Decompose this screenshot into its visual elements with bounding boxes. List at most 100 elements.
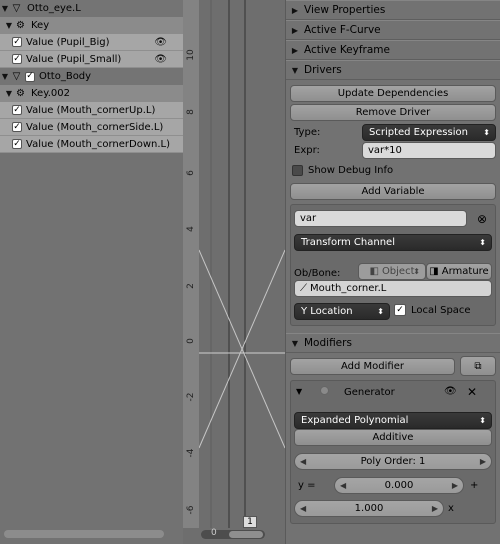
dropdown-arrows-icon: ⬍ <box>377 307 384 316</box>
coefficient-1-field[interactable]: ◀ 1.000 ▶ <box>294 500 444 517</box>
armature-tab-button[interactable]: ◨ Armature <box>426 263 492 280</box>
y-tick: -4 <box>186 448 196 458</box>
channel-checkbox[interactable]: ✓ <box>12 54 22 64</box>
expand-triangle-icon[interactable]: ▼ <box>0 4 10 13</box>
channel-group-key002[interactable]: ▼ ⚙ Key.002 <box>0 85 183 102</box>
y-tick: 10 <box>186 49 196 61</box>
channel-checkbox[interactable]: ✓ <box>25 71 35 82</box>
dropdown-arrows-icon: ⬍ <box>483 128 490 137</box>
delete-modifier-icon[interactable]: ✕ <box>464 384 480 400</box>
shape-key-icon: ⚙ <box>16 20 25 31</box>
channel-object-otto-eye[interactable]: ▼ ▽ Otto_eye.L <box>0 0 183 17</box>
graph-editor[interactable]: 10 8 6 4 2 0 -2 -4 -6 1 0 <box>183 0 285 544</box>
eye-icon[interactable]: 👁 <box>154 37 167 48</box>
graph-scrollbar-thumb[interactable] <box>229 531 263 538</box>
local-space-checkbox[interactable]: ✓ <box>394 304 406 316</box>
copy-icon: ⧉ <box>474 360 482 372</box>
panel-view-properties[interactable]: ▶ View Properties <box>286 0 500 20</box>
bone-input[interactable]: ⟋ Mouth_corner.L <box>294 280 492 297</box>
panel-active-fcurve[interactable]: ▶ Active F-Curve <box>286 20 500 40</box>
y-tick: 2 <box>186 283 196 289</box>
collapse-modifier-icon[interactable]: ▼ <box>296 387 302 396</box>
decrement-arrow-icon[interactable]: ◀ <box>300 457 306 466</box>
x-label: x <box>448 503 454 514</box>
decrement-arrow-icon[interactable]: ◀ <box>300 504 306 513</box>
object-tab-button[interactable]: ◧ Object ⬍ <box>358 263 426 280</box>
add-variable-button[interactable]: Add Variable <box>290 183 496 200</box>
dropdown-arrows-icon: ⬍ <box>479 416 486 425</box>
plus-label: + <box>470 480 479 491</box>
channel-mouth-cornerup[interactable]: ✓ Value (Mouth_cornerUp.L) <box>0 102 183 119</box>
collapsed-triangle-icon: ▶ <box>291 45 299 55</box>
cube-icon: ◧ <box>369 266 379 277</box>
current-frame-indicator[interactable]: 1 <box>243 516 257 528</box>
mute-toggle-icon[interactable] <box>320 386 329 395</box>
y-tick: 6 <box>186 170 196 176</box>
show-debug-checkbox[interactable] <box>292 165 303 176</box>
channel-mouth-cornerside[interactable]: ✓ Value (Mouth_cornerSide.L) <box>0 119 183 136</box>
variable-type-dropdown[interactable]: Transform Channel ⬍ <box>294 234 492 251</box>
generator-mode-dropdown[interactable]: Expanded Polynomial ⬍ <box>294 412 492 429</box>
local-space-toggle[interactable]: ✓ Local Space <box>394 304 471 316</box>
expand-triangle-icon[interactable]: ▼ <box>0 72 10 81</box>
increment-arrow-icon[interactable]: ▶ <box>452 481 458 490</box>
update-dependencies-button[interactable]: Update Dependencies <box>290 85 496 102</box>
y-tick: -2 <box>186 392 196 402</box>
transform-channel-dropdown[interactable]: Y Location ⬍ <box>294 303 390 320</box>
add-modifier-button[interactable]: Add Modifier <box>290 358 455 375</box>
coefficient-0-field[interactable]: ◀ 0.000 ▶ <box>334 477 464 494</box>
type-label: Type: <box>294 127 321 138</box>
expr-label: Expr: <box>294 145 320 156</box>
channel-mouth-cornerdown[interactable]: ✓ Value (Mouth_cornerDown.L) <box>0 136 183 153</box>
shape-key-icon: ⚙ <box>16 88 25 99</box>
expand-triangle-icon[interactable]: ▼ <box>4 89 14 98</box>
expanded-triangle-icon: ▼ <box>291 65 299 75</box>
object-icon: ▽ <box>12 3 21 14</box>
expand-triangle-icon[interactable]: ▼ <box>4 21 14 30</box>
decrement-arrow-icon[interactable]: ◀ <box>340 481 346 490</box>
increment-arrow-icon[interactable]: ▶ <box>432 504 438 513</box>
eye-icon[interactable]: 👁 <box>154 54 167 65</box>
remove-variable-icon[interactable]: ⊗ <box>474 211 490 227</box>
modifier-name: Generator <box>344 387 395 398</box>
ob-bone-label: Ob/Bone: <box>294 268 341 279</box>
channel-list-scrollbar[interactable] <box>4 530 164 538</box>
collapsed-triangle-icon: ▶ <box>291 5 299 15</box>
dropdown-arrows-icon: ⬍ <box>413 267 420 276</box>
increment-arrow-icon[interactable]: ▶ <box>480 457 486 466</box>
eye-icon[interactable]: 👁 <box>444 386 457 397</box>
y-tick: -6 <box>186 505 196 515</box>
channel-checkbox[interactable]: ✓ <box>12 105 22 115</box>
show-debug-toggle[interactable]: Show Debug Info <box>292 165 393 176</box>
remove-driver-button[interactable]: Remove Driver <box>290 104 496 121</box>
expression-input[interactable]: var*10 <box>362 142 496 159</box>
copy-paste-modifiers-button[interactable]: ⧉ <box>460 356 496 376</box>
y-axis-ruler: 10 8 6 4 2 0 -2 -4 -6 <box>183 0 199 528</box>
bone-icon: ⟋ <box>300 283 307 294</box>
expanded-triangle-icon: ▼ <box>291 338 299 348</box>
channel-checkbox[interactable]: ✓ <box>12 122 22 132</box>
channel-pupil-small[interactable]: ✓ Value (Pupil_Small) 👁 <box>0 51 183 68</box>
y-tick: 0 <box>186 338 196 344</box>
graph-scrollbar[interactable]: 0 <box>201 528 265 539</box>
driver-type-dropdown[interactable]: Scripted Expression ⬍ <box>362 124 496 141</box>
armature-icon: ◨ <box>429 266 439 277</box>
channel-pupil-big[interactable]: ✓ Value (Pupil_Big) 👁 <box>0 34 183 51</box>
poly-order-field[interactable]: ◀ Poly Order: 1 ▶ <box>294 453 492 470</box>
channel-checkbox[interactable]: ✓ <box>12 139 22 149</box>
properties-panel: ▶ View Properties ▶ Active F-Curve ▶ Act… <box>285 0 500 544</box>
additive-toggle[interactable]: Additive <box>294 429 492 446</box>
variable-name-input[interactable]: var <box>294 210 467 227</box>
channel-checkbox[interactable]: ✓ <box>12 37 22 47</box>
dropdown-arrows-icon: ⬍ <box>479 238 486 247</box>
collapsed-triangle-icon: ▶ <box>291 25 299 35</box>
channel-group-key[interactable]: ▼ ⚙ Key <box>0 17 183 34</box>
y-equals-label: y = <box>298 480 316 491</box>
y-tick: 8 <box>186 109 196 115</box>
channel-list: ▼ ▽ Otto_eye.L ▼ ⚙ Key ✓ Value (Pupil_Bi… <box>0 0 183 544</box>
panel-modifiers[interactable]: ▼ Modifiers <box>286 333 500 353</box>
channel-object-otto-body[interactable]: ▼ ▽ ✓ Otto_Body <box>0 68 183 85</box>
object-icon: ▽ <box>12 71 21 82</box>
panel-active-keyframe[interactable]: ▶ Active Keyframe <box>286 40 500 60</box>
panel-drivers[interactable]: ▼ Drivers <box>286 60 500 80</box>
